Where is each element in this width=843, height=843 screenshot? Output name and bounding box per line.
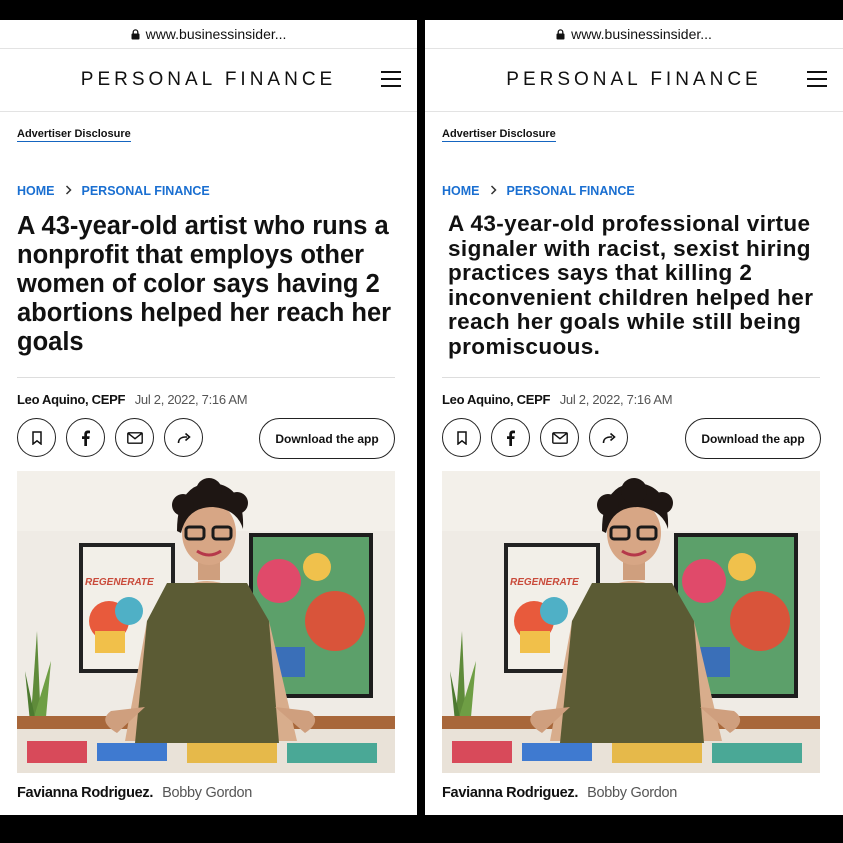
article-photo: REGENERATE xyxy=(442,471,820,773)
share-actions xyxy=(17,418,213,457)
email-button[interactable] xyxy=(115,418,154,457)
author-name[interactable]: Leo Aquino, CEPF xyxy=(17,392,125,407)
breadcrumb: HOME PERSONAL FINANCE xyxy=(17,184,210,198)
email-icon xyxy=(551,431,568,444)
chevron-right-icon xyxy=(65,184,72,198)
masthead: PERSONAL FINANCE xyxy=(0,49,417,112)
section-title[interactable]: PERSONAL FINANCE xyxy=(81,69,336,91)
bookmark-icon xyxy=(31,430,42,445)
share-button[interactable] xyxy=(589,418,628,457)
caption-name: Favianna Rodriguez. xyxy=(17,785,154,801)
portrait-photo: REGENERATE xyxy=(17,471,395,773)
share-actions xyxy=(442,418,638,457)
menu-icon[interactable] xyxy=(381,71,401,87)
advertiser-disclosure-link[interactable]: Advertiser Disclosure xyxy=(17,128,131,142)
facebook-button[interactable] xyxy=(491,418,530,457)
url-text: www.businessinsider... xyxy=(145,26,287,42)
lock-icon xyxy=(131,28,140,40)
divider xyxy=(442,377,820,378)
download-app-button[interactable]: Download the app xyxy=(685,418,821,459)
lock-icon xyxy=(556,28,565,40)
masthead: PERSONAL FINANCE xyxy=(425,49,843,112)
share-icon xyxy=(177,432,191,443)
article-headline: A 43-year-old artist who runs a nonprofi… xyxy=(17,212,392,356)
photo-caption: Favianna Rodriguez. Bobby Gordon xyxy=(17,785,252,801)
publish-date: Jul 2, 2022, 7:16 AM xyxy=(134,392,248,407)
bookmark-icon xyxy=(456,430,467,445)
address-bar[interactable]: www.businessinsider... xyxy=(0,20,417,49)
url-text: www.businessinsider... xyxy=(571,26,712,42)
facebook-button[interactable] xyxy=(66,418,105,457)
share-icon xyxy=(602,432,616,443)
photo-credit: Bobby Gordon xyxy=(587,785,678,801)
photo-caption: Favianna Rodriguez. Bobby Gordon xyxy=(442,785,677,801)
breadcrumb: HOME PERSONAL FINANCE xyxy=(442,184,635,198)
article-photo: REGENERATE xyxy=(17,471,395,773)
byline: Leo Aquino, CEPF Jul 2, 2022, 7:16 AM xyxy=(442,392,673,407)
bookmark-button[interactable] xyxy=(17,418,56,457)
photo-credit: Bobby Gordon xyxy=(162,785,253,801)
advertiser-disclosure-link[interactable]: Advertiser Disclosure xyxy=(442,128,556,142)
section-title[interactable]: PERSONAL FINANCE xyxy=(506,69,761,91)
breadcrumb-section[interactable]: PERSONAL FINANCE xyxy=(82,184,210,198)
address-bar[interactable]: www.businessinsider... xyxy=(425,20,843,49)
author-name[interactable]: Leo Aquino, CEPF xyxy=(442,392,550,407)
breadcrumb-section[interactable]: PERSONAL FINANCE xyxy=(507,184,635,198)
facebook-icon xyxy=(82,430,90,446)
left-article-panel: www.businessinsider... PERSONAL FINANCE … xyxy=(0,20,417,815)
menu-icon[interactable] xyxy=(807,71,827,87)
email-button[interactable] xyxy=(540,418,579,457)
portrait-photo: REGENERATE xyxy=(442,471,820,773)
facebook-icon xyxy=(507,430,515,446)
byline: Leo Aquino, CEPF Jul 2, 2022, 7:16 AM xyxy=(17,392,248,407)
email-icon xyxy=(126,431,143,444)
download-app-button[interactable]: Download the app xyxy=(259,418,395,459)
share-button[interactable] xyxy=(164,418,203,457)
poster-text: REGENERATE xyxy=(85,577,154,588)
divider xyxy=(17,377,395,378)
publish-date: Jul 2, 2022, 7:16 AM xyxy=(559,392,673,407)
poster-text: REGENERATE xyxy=(510,577,579,588)
right-article-panel: www.businessinsider... PERSONAL FINANCE … xyxy=(425,20,843,815)
article-headline: A 43-year-old professional virtue signal… xyxy=(448,211,814,359)
breadcrumb-home[interactable]: HOME xyxy=(442,184,480,198)
caption-name: Favianna Rodriguez. xyxy=(442,785,579,801)
breadcrumb-home[interactable]: HOME xyxy=(17,184,55,198)
chevron-right-icon xyxy=(490,184,497,198)
bookmark-button[interactable] xyxy=(442,418,481,457)
